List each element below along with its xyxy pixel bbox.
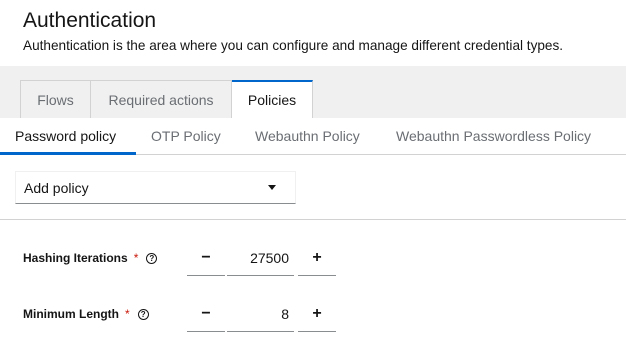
required-asterisk: * bbox=[133, 251, 139, 265]
subtab-otp-policy[interactable]: OTP Policy bbox=[151, 118, 221, 154]
increment-button[interactable]: + bbox=[298, 240, 336, 276]
minimum-length-label: Minimum Length * ? bbox=[23, 307, 149, 321]
hashing-iterations-stepper: − 27500 + bbox=[187, 240, 337, 276]
tab-flows[interactable]: Flows bbox=[20, 80, 91, 118]
subtab-webauthn-passwordless-policy[interactable]: Webauthn Passwordless Policy bbox=[396, 118, 591, 154]
required-asterisk: * bbox=[125, 307, 130, 321]
add-policy-label: Add policy bbox=[24, 179, 89, 196]
hashing-iterations-label: Hashing Iterations * ? bbox=[23, 251, 158, 265]
page-description: Authentication is the area where you can… bbox=[23, 38, 564, 53]
hashing-iterations-input[interactable]: 27500 bbox=[227, 240, 294, 276]
minimum-length-text: Minimum Length bbox=[23, 307, 119, 321]
help-icon[interactable]: ? bbox=[146, 252, 158, 264]
subtab-webauthn-policy[interactable]: Webauthn Policy bbox=[255, 118, 360, 154]
tab-policies[interactable]: Policies bbox=[232, 80, 313, 118]
page-header: Authentication Authentication is the are… bbox=[23, 8, 563, 55]
caret-down-icon bbox=[268, 185, 276, 190]
subtab-password-policy[interactable]: Password policy bbox=[15, 118, 116, 154]
minimum-length-stepper: − 8 + bbox=[187, 296, 337, 332]
decrement-button[interactable]: − bbox=[187, 296, 225, 332]
help-icon[interactable]: ? bbox=[137, 308, 149, 320]
active-subtab-indicator bbox=[0, 152, 136, 155]
policy-subtabs: Password policy OTP Policy Webauthn Poli… bbox=[0, 118, 626, 155]
section-divider bbox=[0, 219, 626, 220]
page-title: Authentication bbox=[23, 9, 157, 32]
decrement-button[interactable]: − bbox=[187, 240, 225, 276]
add-policy-select[interactable]: Add policy bbox=[15, 171, 296, 204]
tab-required-actions[interactable]: Required actions bbox=[91, 80, 232, 118]
minimum-length-input[interactable]: 8 bbox=[227, 296, 294, 332]
increment-button[interactable]: + bbox=[298, 296, 336, 332]
main-tabs: Flows Required actions Policies bbox=[20, 80, 313, 118]
hashing-iterations-text: Hashing Iterations bbox=[23, 251, 128, 265]
